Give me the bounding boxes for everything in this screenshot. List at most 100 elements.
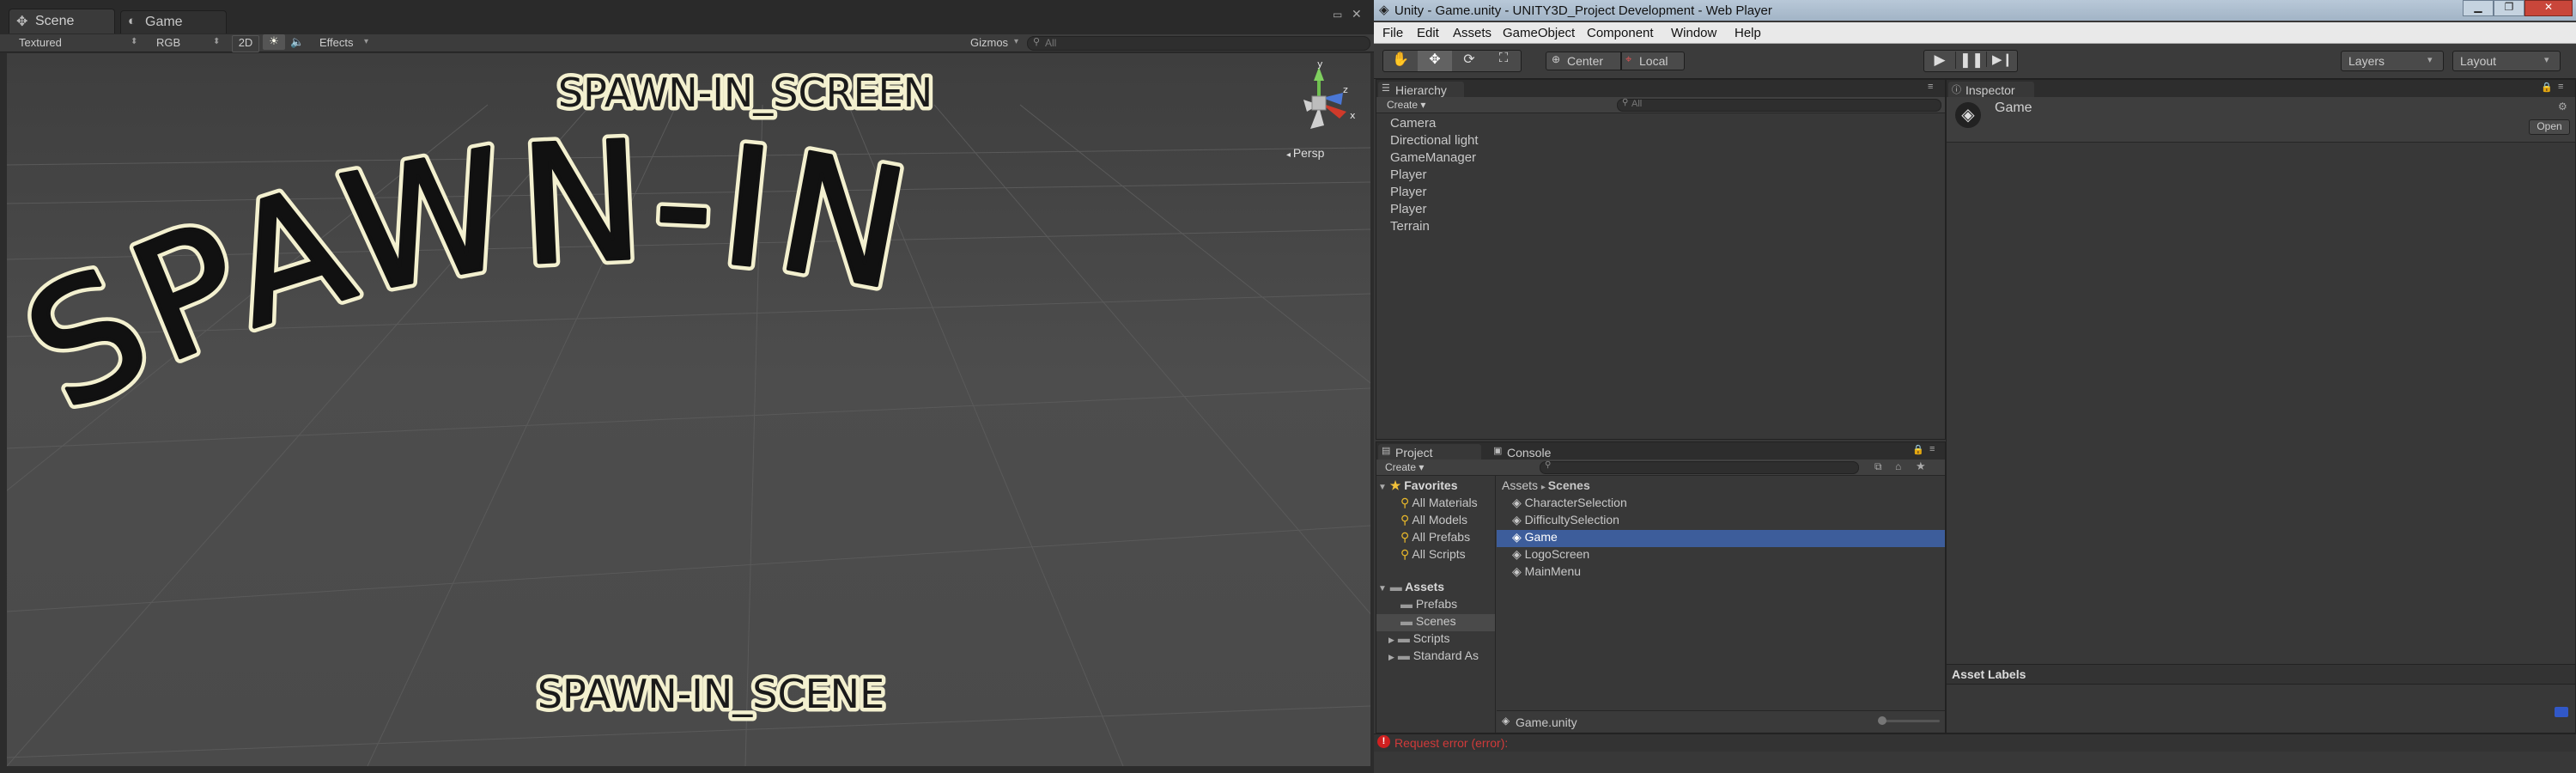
scene-icon: ✥: [16, 15, 28, 29]
tab-game[interactable]: ◐ Game: [120, 10, 227, 33]
list-item[interactable]: Player: [1390, 202, 1427, 216]
scene-asset-row-selected[interactable]: ◈ Game: [1497, 530, 1945, 547]
folder-label: Standard As: [1413, 648, 1479, 662]
pivot-space-toggle[interactable]: ⌖ Local: [1621, 52, 1685, 70]
gizmos-chevron-icon: ▾: [1014, 37, 1019, 46]
rotate-tool-icon[interactable]: ⟳: [1452, 51, 1486, 71]
list-item[interactable]: GameManager: [1390, 150, 1476, 165]
filter-type-icon[interactable]: ⧉: [1874, 460, 1882, 473]
lighting-toggle-icon[interactable]: ☀: [263, 34, 285, 50]
move-tool-icon[interactable]: ✥: [1418, 51, 1452, 71]
list-item[interactable]: Camera: [1390, 116, 1436, 131]
breadcrumb-item[interactable]: Assets: [1502, 478, 1538, 492]
list-item[interactable]: Player: [1390, 167, 1427, 182]
project-lock-icon[interactable]: 🔒: [1912, 444, 1924, 455]
audio-toggle-icon[interactable]: 🔈: [290, 35, 304, 49]
list-item[interactable]: Player: [1390, 185, 1427, 199]
spawn-in-screen-label: SPAWN-IN_SCREEN SPAWN-IN_SCREEN: [556, 66, 934, 120]
assets-node[interactable]: ▼ ▬ Assets: [1378, 580, 1444, 593]
open-button[interactable]: Open: [2529, 119, 2570, 135]
breadcrumb-item[interactable]: Scenes: [1548, 478, 1590, 492]
scale-tool-icon[interactable]: ⛶: [1486, 51, 1521, 71]
favorite-item[interactable]: ⚲ All Prefabs: [1400, 530, 1470, 545]
hierarchy-menu-icon[interactable]: ≡: [1928, 82, 1933, 92]
filter-label-icon[interactable]: ⌂: [1895, 460, 1901, 472]
gizmo-x-label: x: [1350, 110, 1356, 121]
scene-search-input[interactable]: ⚲ All: [1027, 36, 1370, 51]
project-panel: ▤ Project ▣ Console 🔒 ≡ Create ▾ ⚲ ⧉ ⌂ ★…: [1376, 441, 1946, 733]
hierarchy-search-input[interactable]: ⚲ All: [1617, 98, 1941, 112]
breadcrumb: Assets ▸ Scenes: [1502, 478, 1590, 492]
status-message[interactable]: Request error (error):: [1394, 736, 1508, 750]
game-icon: ◐: [128, 14, 137, 28]
scene-asset-row[interactable]: ◈ CharacterSelection: [1497, 496, 1945, 513]
inspector-settings-icon[interactable]: ⚙: [2558, 100, 2567, 113]
render-chevron-icon: ⬍: [213, 37, 221, 46]
menu-assets[interactable]: Assets: [1453, 26, 1492, 40]
folder-item[interactable]: ▶ ▬ Scripts: [1388, 631, 1450, 645]
tab-hierarchy[interactable]: ☰ Hierarchy: [1378, 82, 1464, 97]
pivot-center-toggle[interactable]: ⊕ Center: [1546, 52, 1621, 70]
inspector-tab-icon: ⓘ: [1952, 85, 1961, 95]
play-button[interactable]: ▶: [1924, 52, 1955, 69]
tab-project[interactable]: ▤ Project: [1378, 444, 1481, 460]
restore-button[interactable]: ❐: [2494, 0, 2524, 16]
window-close-button[interactable]: ✕: [2524, 0, 2573, 16]
inspector-menu-icon[interactable]: ≡: [2558, 82, 2563, 92]
minimize-button[interactable]: ▁: [2463, 0, 2494, 16]
folder-item[interactable]: ▬ Prefabs: [1400, 597, 1457, 611]
project-menu-icon[interactable]: ≡: [1929, 444, 1935, 454]
window-title: Unity - Game.unity - UNITY3D_Project Dev…: [1394, 3, 1772, 18]
menu-gameobject[interactable]: GameObject: [1503, 26, 1575, 40]
step-button[interactable]: ▶❙: [1986, 52, 2018, 67]
hierarchy-tab-bar: ☰ Hierarchy ≡: [1376, 80, 1945, 97]
folder-item-selected[interactable]: ▬ Scenes: [1376, 614, 1495, 631]
scene-asset-row[interactable]: ◈ LogoScreen: [1497, 547, 1945, 564]
menu-file[interactable]: File: [1382, 26, 1403, 40]
pause-button[interactable]: ❚❚: [1955, 52, 1987, 69]
favorites-node[interactable]: ▼ ★ Favorites: [1378, 478, 1458, 493]
favorite-item[interactable]: ⚲ All Materials: [1400, 496, 1478, 510]
menu-help[interactable]: Help: [1735, 26, 1761, 40]
tab-scene[interactable]: ✥ Scene: [9, 9, 115, 33]
icon-size-slider[interactable]: [1878, 716, 1940, 725]
render-mode-dropdown[interactable]: RGB: [156, 36, 180, 49]
list-item[interactable]: Directional light: [1390, 133, 1479, 148]
maximize-icon[interactable]: ▭: [1333, 9, 1342, 21]
inspector-lock-icon[interactable]: 🔒: [2541, 82, 2553, 93]
shading-dropdown[interactable]: Textured: [19, 36, 62, 49]
search-icon: ⚲: [1400, 513, 1410, 526]
scene-asset-icon: ◈: [1955, 102, 1981, 128]
layers-dropdown[interactable]: Layers ▾: [2341, 51, 2444, 71]
menu-edit[interactable]: Edit: [1417, 26, 1439, 40]
project-create-button[interactable]: Create ▾: [1385, 461, 1424, 473]
hand-tool-icon[interactable]: ✋: [1383, 51, 1418, 71]
spawn-in-arc-text: SPAWN-IN SPAWN-IN: [7, 100, 926, 453]
favorite-item[interactable]: ⚲ All Models: [1400, 513, 1467, 527]
persp-label[interactable]: ◂ Persp: [1286, 146, 1324, 160]
menu-component[interactable]: Component: [1587, 26, 1654, 40]
orientation-gizmo[interactable]: y z x: [1278, 58, 1364, 144]
mode-2d-toggle[interactable]: 2D: [232, 35, 259, 52]
expand-arrow-icon: ▶: [1388, 653, 1394, 661]
list-item[interactable]: Terrain: [1390, 219, 1430, 234]
favorite-item[interactable]: ⚲ All Scripts: [1400, 547, 1466, 562]
tab-console[interactable]: ▣ Console: [1490, 444, 1584, 460]
favorite-star-icon[interactable]: ★: [1916, 460, 1926, 473]
project-search-input[interactable]: ⚲: [1540, 460, 1859, 474]
scene-asset-row[interactable]: ◈ DifficultySelection: [1497, 513, 1945, 530]
folder-label: Prefabs: [1415, 597, 1458, 611]
layout-dropdown[interactable]: Layout ▾: [2452, 51, 2561, 71]
menu-window[interactable]: Window: [1671, 26, 1716, 40]
hierarchy-create-button[interactable]: Create ▾: [1387, 99, 1425, 111]
folder-item[interactable]: ▶ ▬ Standard As: [1388, 648, 1495, 662]
slider-thumb[interactable]: [1878, 716, 1886, 725]
asset-bundle-icon[interactable]: [2555, 707, 2568, 717]
gizmos-dropdown[interactable]: Gizmos: [970, 36, 1008, 49]
unity-scene-icon: ◈: [1512, 564, 1522, 578]
tab-inspector[interactable]: ⓘ Inspector: [1948, 82, 2034, 97]
close-icon[interactable]: ✕: [1352, 7, 1362, 21]
scene-viewport[interactable]: SPAWN-IN SPAWN-IN SPAWN-IN_SCREEN SPAWN-…: [7, 53, 1370, 766]
effects-dropdown[interactable]: Effects: [319, 36, 354, 49]
scene-asset-row[interactable]: ◈ MainMenu: [1497, 564, 1945, 581]
